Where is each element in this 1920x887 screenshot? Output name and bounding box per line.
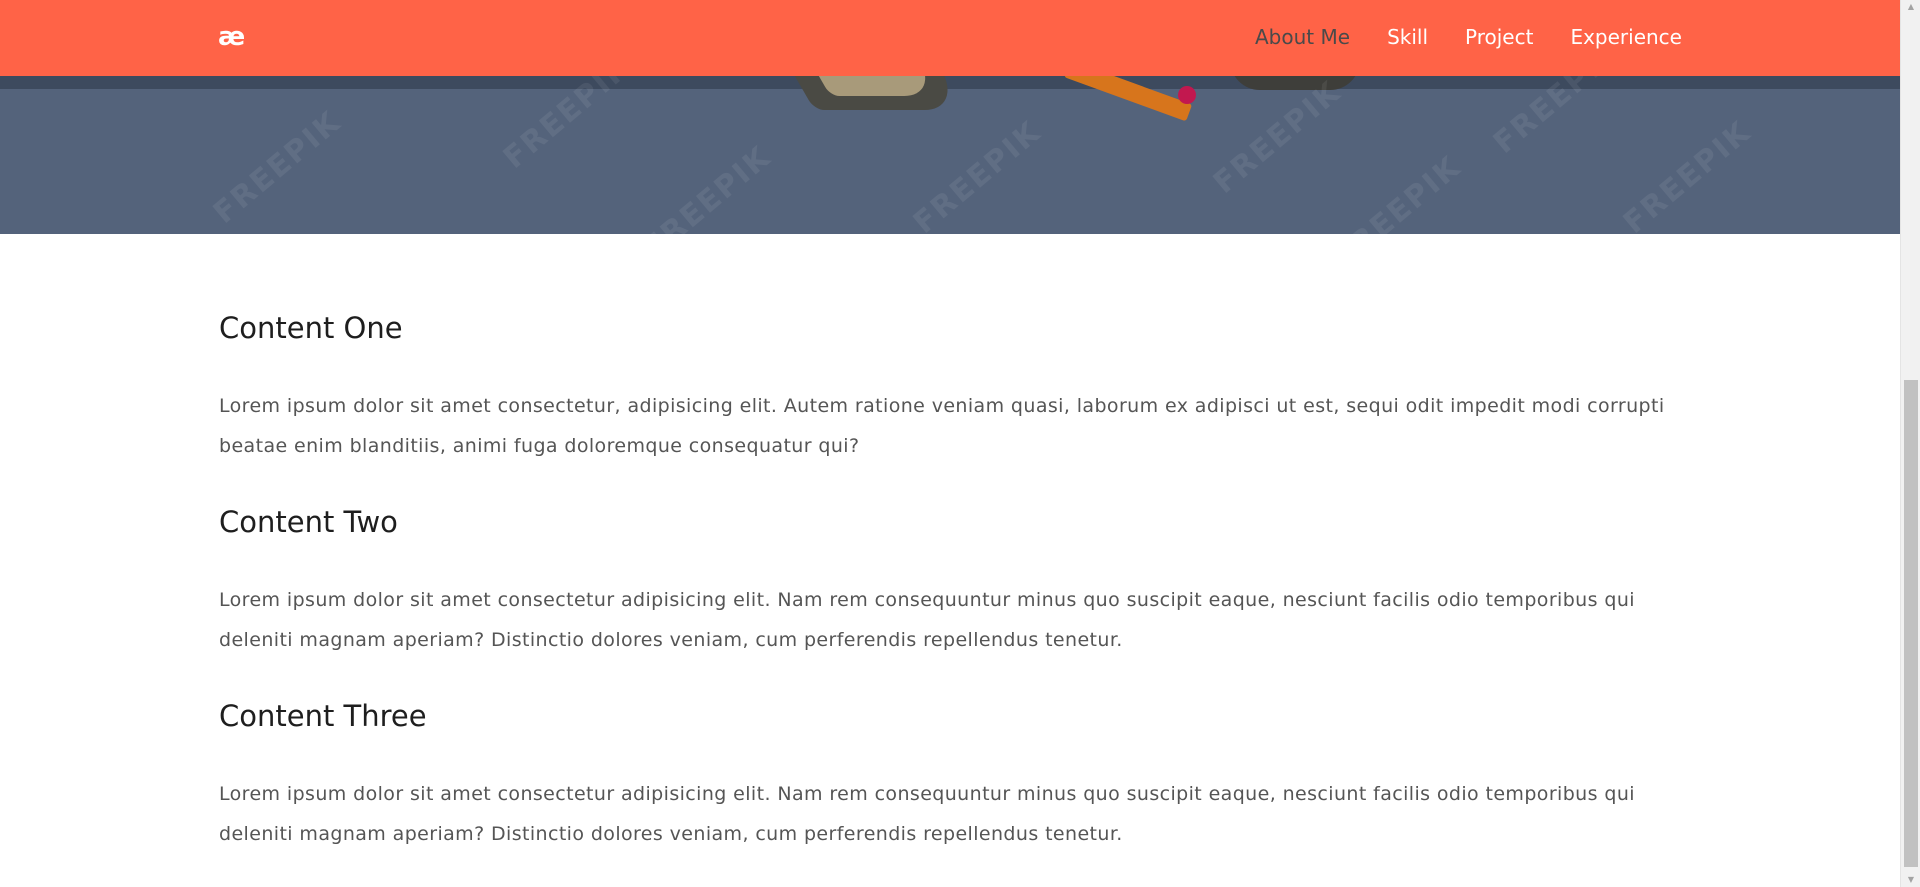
hero-watermark: FREEPIK	[1206, 74, 1349, 201]
section-heading: Content Three	[219, 699, 427, 733]
nav-item-project: Project	[1465, 24, 1533, 50]
main-content: Content One Lorem ipsum dolor sit amet c…	[219, 310, 1679, 887]
hero-watermark: FREEPIK	[206, 104, 349, 231]
content-section-one: Content One Lorem ipsum dolor sit amet c…	[219, 310, 1679, 466]
section-body: Lorem ipsum dolor sit amet consectetur, …	[219, 395, 1665, 457]
hero-watermark: FREEPIK	[636, 139, 779, 234]
nav-item-about-me: About Me	[1255, 24, 1350, 50]
hero-watermark: FREEPIK	[906, 114, 1049, 234]
nav-link-about-me[interactable]: About Me	[1255, 24, 1350, 50]
section-heading: Content Two	[219, 505, 398, 539]
scroll-up-arrow-icon[interactable]: ▲	[1901, 0, 1920, 14]
vertical-scrollbar[interactable]: ▲ ▼	[1900, 0, 1920, 887]
content-section-two: Content Two Lorem ipsum dolor sit amet c…	[219, 504, 1679, 660]
nav-link-experience[interactable]: Experience	[1570, 24, 1682, 50]
hero-pencil-eraser	[1178, 86, 1196, 104]
scroll-down-arrow-icon[interactable]: ▼	[1901, 873, 1920, 887]
content-section-three: Content Three Lorem ipsum dolor sit amet…	[219, 698, 1679, 854]
site-logo[interactable]: æ	[218, 22, 245, 52]
scrollbar-thumb[interactable]	[1904, 380, 1918, 867]
nav-links: About Me Skill Project Experience	[1255, 24, 1682, 50]
section-body: Lorem ipsum dolor sit amet consectetur a…	[219, 589, 1635, 651]
nav-item-skill: Skill	[1387, 24, 1428, 50]
hero-shadow-band	[0, 76, 1900, 89]
nav-item-experience: Experience	[1570, 24, 1682, 50]
nav-link-project[interactable]: Project	[1465, 24, 1533, 50]
section-heading: Content One	[219, 311, 403, 345]
page: FREEPIK FREEPIK FREEPIK FREEPIK FREEPIK …	[0, 0, 1920, 887]
navbar: æ About Me Skill Project Experience	[0, 0, 1900, 76]
hero-watermark: FREEPIK	[1326, 149, 1469, 234]
page-viewport: FREEPIK FREEPIK FREEPIK FREEPIK FREEPIK …	[0, 0, 1900, 887]
section-body: Lorem ipsum dolor sit amet consectetur a…	[219, 783, 1635, 845]
nav-link-skill[interactable]: Skill	[1387, 24, 1428, 50]
hero-watermark: FREEPIK	[1616, 114, 1759, 234]
